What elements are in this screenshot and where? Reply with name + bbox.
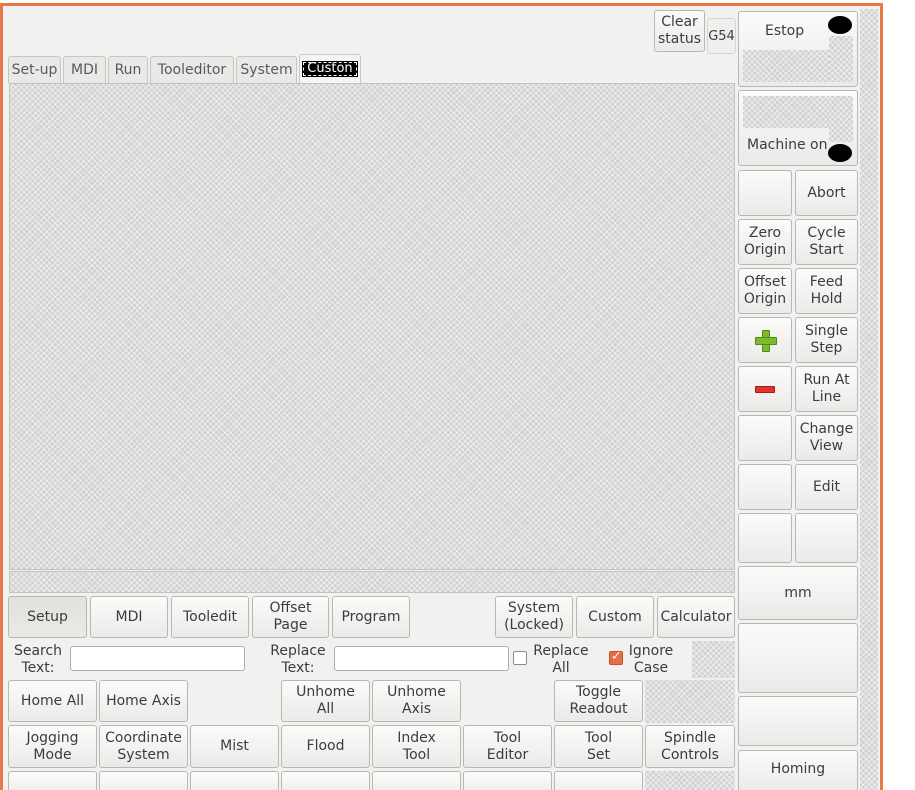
jogging-mode-button[interactable]: Jogging Mode: [8, 725, 97, 768]
blank-button[interactable]: [372, 771, 461, 790]
spindle-controls-button[interactable]: Spindle Controls: [645, 725, 735, 768]
clear-status-button[interactable]: Clear status: [654, 10, 705, 52]
index-tool-button[interactable]: Index Tool: [372, 725, 461, 768]
search-text-input[interactable]: [70, 646, 245, 671]
estop-image-area: [743, 50, 829, 82]
ignore-case-checkbox[interactable]: [609, 649, 623, 665]
unhome-axis-button[interactable]: Unhome Axis: [372, 680, 461, 722]
blank-button[interactable]: [281, 771, 370, 790]
cycle-start-button[interactable]: Cycle Start: [795, 219, 858, 265]
tab-mdi[interactable]: MDI: [63, 56, 106, 83]
coordinate-system-button[interactable]: Coordinate System: [99, 725, 188, 768]
machine-on-label: Machine on: [747, 137, 828, 153]
home-all-button[interactable]: Home All: [8, 680, 97, 722]
blank-button[interactable]: [554, 771, 643, 790]
tool-set-button[interactable]: Tool Set: [554, 725, 643, 768]
plus-icon: [755, 330, 777, 352]
tab-custom[interactable]: Custon: [299, 54, 361, 83]
run-at-line-button[interactable]: Run At Line: [795, 366, 858, 412]
blank-button[interactable]: [738, 696, 858, 746]
tab-custom-label: Custon: [302, 61, 358, 77]
increase-button[interactable]: [738, 317, 792, 363]
blank-button[interactable]: [738, 415, 792, 461]
mist-button[interactable]: Mist: [190, 725, 279, 768]
blank-button[interactable]: [99, 771, 188, 790]
blank-button[interactable]: [738, 464, 792, 510]
blank-button[interactable]: [738, 513, 792, 563]
machine-on-image-area: [829, 96, 853, 142]
decrease-button[interactable]: [738, 366, 792, 412]
program-mode-button[interactable]: Program: [332, 596, 410, 638]
offset-origin-button[interactable]: Offset Origin: [738, 268, 792, 314]
abort-button[interactable]: Abort: [795, 170, 858, 216]
mdi-mode-button[interactable]: MDI: [90, 596, 168, 638]
tab-setup[interactable]: Set-up: [8, 56, 61, 83]
tab-system[interactable]: System: [236, 56, 297, 83]
blank-button[interactable]: [8, 771, 97, 790]
vertical-scrollbar[interactable]: [860, 9, 878, 790]
edit-button[interactable]: Edit: [795, 464, 858, 510]
homing-button[interactable]: Homing: [738, 750, 858, 790]
replace-all-label: Replace All: [533, 643, 589, 676]
home-axis-button[interactable]: Home Axis: [99, 680, 188, 722]
graphics-display-area: [9, 83, 735, 570]
coordinate-system-indicator: G54: [707, 18, 736, 54]
ignore-case-label: Ignore Case: [628, 643, 674, 676]
system-locked-button[interactable]: System (Locked): [495, 596, 573, 638]
blank-button[interactable]: [795, 513, 858, 563]
tab-run[interactable]: Run: [108, 56, 148, 83]
estop-indicator-light: [828, 16, 852, 34]
flood-button[interactable]: Flood: [281, 725, 370, 768]
zero-origin-button[interactable]: Zero Origin: [738, 219, 792, 265]
unhome-all-button[interactable]: Unhome All: [281, 680, 370, 722]
blank-button[interactable]: [463, 771, 552, 790]
empty-slot: [645, 771, 735, 790]
blank-button[interactable]: [190, 771, 279, 790]
change-view-button[interactable]: Change View: [795, 415, 858, 461]
empty-slot: [692, 641, 735, 678]
replace-text-label: Replace Text:: [270, 643, 326, 676]
blank-button[interactable]: [738, 170, 792, 216]
calculator-button[interactable]: Calculator: [657, 596, 735, 638]
feed-hold-button[interactable]: Feed Hold: [795, 268, 858, 314]
search-text-label: Search Text:: [13, 643, 63, 676]
machine-on-image-area: [743, 96, 829, 128]
estop-label: Estop: [765, 23, 805, 39]
empty-slot: [645, 680, 735, 723]
units-toggle-button[interactable]: mm: [738, 566, 858, 620]
replace-text-input[interactable]: [334, 646, 509, 671]
toggle-readout-button[interactable]: Toggle Readout: [554, 680, 643, 722]
replace-all-checkbox[interactable]: [513, 651, 527, 665]
custom-mode-button[interactable]: Custom: [576, 596, 654, 638]
tab-tooleditor[interactable]: Tooleditor: [150, 56, 234, 83]
offset-page-button[interactable]: Offset Page: [252, 596, 329, 638]
minus-icon: [755, 385, 775, 393]
setup-mode-button[interactable]: Setup: [8, 596, 87, 638]
tool-editor-button[interactable]: Tool Editor: [463, 725, 552, 768]
machine-on-indicator-light: [828, 144, 852, 162]
estop-button[interactable]: Estop: [738, 11, 858, 87]
single-step-button[interactable]: Single Step: [795, 317, 858, 363]
tooledit-mode-button[interactable]: Tooledit: [171, 596, 249, 638]
machine-on-button[interactable]: Machine on: [738, 90, 858, 166]
horizontal-divider[interactable]: [9, 571, 735, 593]
blank-button[interactable]: [738, 623, 858, 693]
estop-image-area: [829, 36, 853, 82]
